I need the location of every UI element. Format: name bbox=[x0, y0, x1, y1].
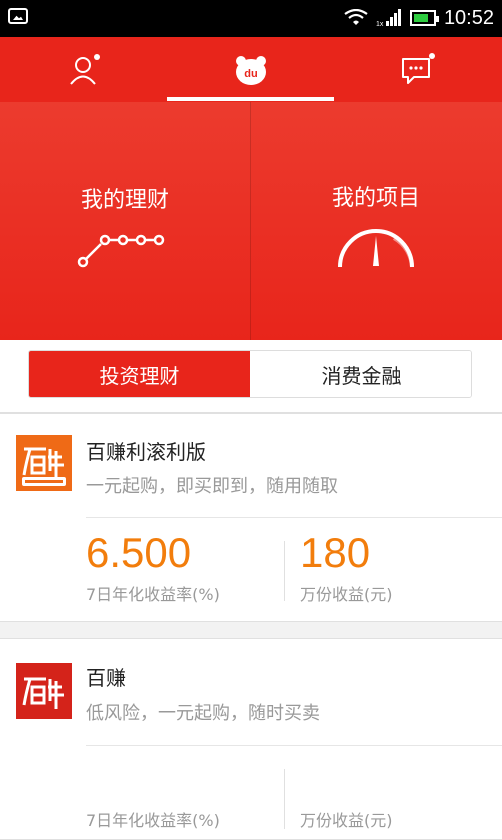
my-projects-title: 我的项目 bbox=[331, 186, 420, 211]
wifi-icon bbox=[344, 9, 368, 25]
bear-du-icon: du bbox=[235, 55, 266, 85]
segmented-control: 投资理财 消费金融 bbox=[28, 350, 472, 398]
stat-divider bbox=[284, 769, 285, 829]
top-nav: du bbox=[0, 37, 502, 102]
status-bar: 1x 10:52 bbox=[0, 0, 502, 37]
per-10k-earnings-value: 180 bbox=[300, 529, 371, 576]
tab-investment[interactable]: 投资理财 bbox=[29, 351, 250, 397]
tab-consumer-finance[interactable]: 消费金融 bbox=[251, 351, 471, 397]
gauge-icon bbox=[338, 229, 414, 268]
product-description: 一元起购，即买即到，随用随取 bbox=[86, 476, 338, 497]
per-10k-earnings-label: 万份收益(元) bbox=[300, 811, 393, 830]
my-projects-entry[interactable]: 我的项目 bbox=[251, 102, 501, 340]
nav-item-home[interactable]: du bbox=[167, 37, 334, 102]
line-chart-icon bbox=[77, 234, 165, 268]
signal-icon: 1x bbox=[376, 9, 401, 27]
card-separator bbox=[86, 745, 502, 746]
user-icon bbox=[69, 53, 100, 85]
product-name: 百赚 bbox=[86, 666, 126, 690]
clock: 10:52 bbox=[443, 6, 494, 29]
status-icons: 1x 10:52 bbox=[344, 6, 494, 30]
product-category-tabs: 投资理财 消费金融 bbox=[0, 340, 502, 413]
product-name: 百赚利滚利版 bbox=[86, 440, 206, 464]
my-wealth-title: 我的理财 bbox=[80, 188, 169, 213]
nav-item-messages[interactable] bbox=[334, 37, 501, 102]
battery-icon bbox=[409, 10, 439, 26]
product-description: 低风险，一元起购，随时买卖 bbox=[86, 703, 320, 724]
baizhuan-li-gun-li-logo bbox=[16, 435, 72, 491]
baizhuan-logo bbox=[16, 663, 72, 719]
product-card[interactable]: 百赚 低风险，一元起购，随时买卖 7日年化收益率(%) 万份收益(元) bbox=[0, 638, 502, 840]
per-10k-earnings-label: 万份收益(元) bbox=[300, 585, 393, 604]
product-card[interactable]: 百赚利滚利版 一元起购，即买即到，随用随取 6.500 7日年化收益率(%) 1… bbox=[0, 413, 502, 622]
stat-divider bbox=[284, 541, 285, 601]
chat-icon bbox=[401, 52, 435, 84]
annual-yield-value: 6.500 bbox=[86, 529, 192, 576]
nav-active-indicator bbox=[167, 97, 334, 101]
screenshot-notification-icon bbox=[8, 8, 28, 24]
network-type-label: 1x bbox=[376, 21, 384, 27]
annual-yield-label: 7日年化收益率(%) bbox=[86, 585, 220, 604]
nav-item-profile[interactable] bbox=[0, 37, 167, 102]
card-separator bbox=[86, 517, 502, 518]
my-wealth-entry[interactable]: 我的理财 bbox=[0, 102, 250, 340]
hero-panel: 我的理财 我的项目 bbox=[0, 102, 502, 340]
annual-yield-label: 7日年化收益率(%) bbox=[86, 811, 220, 830]
nav-logo-label: du bbox=[244, 68, 257, 80]
